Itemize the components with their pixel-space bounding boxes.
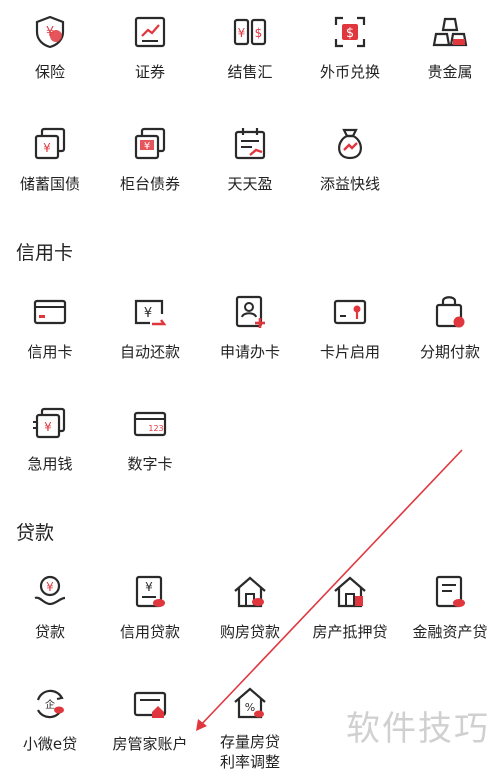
section-title-credit-card: 信用卡 <box>16 242 74 264</box>
menu-item-label: 自动还款 <box>119 343 180 361</box>
menu-item-label: 存量房贷 利率调整 <box>220 732 280 772</box>
menu-item-card-activate[interactable]: 卡片启用 <box>300 280 400 364</box>
menu-item-savings-bond[interactable]: ¥ 储蓄国债 <box>0 112 100 196</box>
card-activate-icon <box>330 292 370 332</box>
menu-item-label: 小微e贷 <box>22 735 78 753</box>
menu-item-label: 信用卡 <box>27 343 73 361</box>
credit-card-icon <box>30 292 70 332</box>
svg-text:%: % <box>245 701 255 714</box>
menu-item-label: 房管家账户 <box>112 735 188 753</box>
menu-item-label: 柜台债券 <box>119 175 180 193</box>
installment-bag-icon <box>430 292 470 332</box>
menu-item-rate-adjust[interactable]: % 存量房贷 利率调整 <box>200 672 300 772</box>
calendar-growth-icon <box>230 124 270 164</box>
svg-text:¥: ¥ <box>46 25 54 40</box>
auto-repay-icon: ¥ <box>130 292 170 332</box>
menu-item-label: 申请办卡 <box>219 343 280 361</box>
svg-text:¥: ¥ <box>44 420 52 434</box>
stock-chart-icon <box>130 12 170 52</box>
svg-text:¥: ¥ <box>43 141 51 155</box>
credit-loan-icon: ¥ <box>130 572 170 612</box>
menu-item-urgent-cash[interactable]: ¥ 急用钱 <box>0 392 100 476</box>
menu-item-apply-card[interactable]: 申请办卡 <box>200 280 300 364</box>
svg-text:$: $ <box>255 26 263 40</box>
shield-yuan-icon: ¥ <box>30 12 70 52</box>
menu-item-counter-bond[interactable]: ¥ 柜台债券 <box>100 112 200 196</box>
menu-item-loan[interactable]: ¥ 贷款 <box>0 560 100 644</box>
menu-item-currency-exchange[interactable]: $ 外币兑换 <box>300 0 400 84</box>
svg-text:¥: ¥ <box>144 306 152 321</box>
counter-bond-icon: ¥ <box>130 124 170 164</box>
house-mortgage-icon <box>330 572 370 612</box>
menu-item-label: 数字卡 <box>127 455 173 473</box>
menu-item-label: 卡片启用 <box>319 343 380 361</box>
menu-item-house-steward-account[interactable]: 房管家账户 <box>100 672 200 756</box>
menu-item-securities[interactable]: 证券 <box>100 0 200 84</box>
menu-item-label: 分期付款 <box>419 343 480 361</box>
svg-text:$: $ <box>346 26 354 41</box>
menu-item-label: 天天盈 <box>227 175 273 193</box>
menu-item-label: 证券 <box>134 63 165 81</box>
menu-item-label: 急用钱 <box>27 455 73 473</box>
menu-item-precious-metals[interactable]: 贵金属 <box>400 0 500 84</box>
menu-item-tiantianying[interactable]: 天天盈 <box>200 112 300 196</box>
menu-item-installment[interactable]: 分期付款 <box>400 280 500 364</box>
menu-item-tianyi-kuaixian[interactable]: 添益快线 <box>300 112 400 196</box>
dollar-scan-icon: $ <box>330 12 370 52</box>
svg-text:¥: ¥ <box>238 26 246 40</box>
svg-text:¥: ¥ <box>46 580 54 594</box>
menu-item-label: 外币兑换 <box>319 63 380 81</box>
menu-item-label: 金融资产贷 <box>412 623 488 641</box>
menu-item-insurance[interactable]: ¥ 保险 <box>0 0 100 84</box>
menu-item-house-mortgage[interactable]: 房产抵押贷 <box>300 560 400 644</box>
micro-e-loan-icon: 企 <box>30 684 70 724</box>
menu-item-label: 贵金属 <box>427 63 473 81</box>
menu-item-house-loan[interactable]: 购房贷款 <box>200 560 300 644</box>
menu-item-label: 贷款 <box>34 623 65 641</box>
menu-item-label: 房产抵押贷 <box>312 623 388 641</box>
menu-item-label-line2: 利率调整 <box>219 753 280 771</box>
svg-text:企: 企 <box>45 698 55 711</box>
digital-card-icon: 123 <box>130 404 170 444</box>
watermark-text: 软件技巧 <box>346 709 490 749</box>
svg-text:¥: ¥ <box>145 580 153 594</box>
menu-item-financial-asset-loan[interactable]: 金融资产贷 <box>400 560 500 644</box>
menu-item-micro-e-loan[interactable]: 企 小微e贷 <box>0 672 100 756</box>
menu-item-label: 信用贷款 <box>119 623 180 641</box>
menu-item-label: 结售汇 <box>227 63 273 81</box>
menu-item-label: 购房贷款 <box>219 623 280 641</box>
exchange-yuan-dollar-icon: ¥ $ <box>230 12 270 52</box>
menu-item-credit-loan[interactable]: ¥ 信用贷款 <box>100 560 200 644</box>
urgent-cash-icon: ¥ <box>30 404 70 444</box>
section-title-loans: 贷款 <box>16 522 55 544</box>
rate-adjust-house-icon: % <box>230 684 270 722</box>
apply-card-icon <box>230 292 270 332</box>
menu-item-fx-settlement[interactable]: ¥ $ 结售汇 <box>200 0 300 84</box>
financial-asset-loan-icon <box>430 572 470 612</box>
menu-item-label: 保险 <box>34 63 65 81</box>
bond-stack-icon: ¥ <box>30 124 70 164</box>
house-steward-account-icon <box>130 684 170 724</box>
loan-hand-icon: ¥ <box>30 572 70 612</box>
menu-item-auto-repay[interactable]: ¥ 自动还款 <box>100 280 200 364</box>
menu-item-label-line1: 存量房贷 <box>219 733 280 751</box>
money-bag-icon <box>330 124 370 164</box>
menu-item-label: 添益快线 <box>319 175 380 193</box>
svg-text:123: 123 <box>148 424 163 433</box>
gold-bars-icon <box>430 12 470 52</box>
menu-item-digital-card[interactable]: 123 数字卡 <box>100 392 200 476</box>
menu-item-credit-card[interactable]: 信用卡 <box>0 280 100 364</box>
svg-text:¥: ¥ <box>144 141 150 152</box>
menu-item-label: 储蓄国债 <box>19 175 80 193</box>
house-loan-icon <box>230 572 270 612</box>
